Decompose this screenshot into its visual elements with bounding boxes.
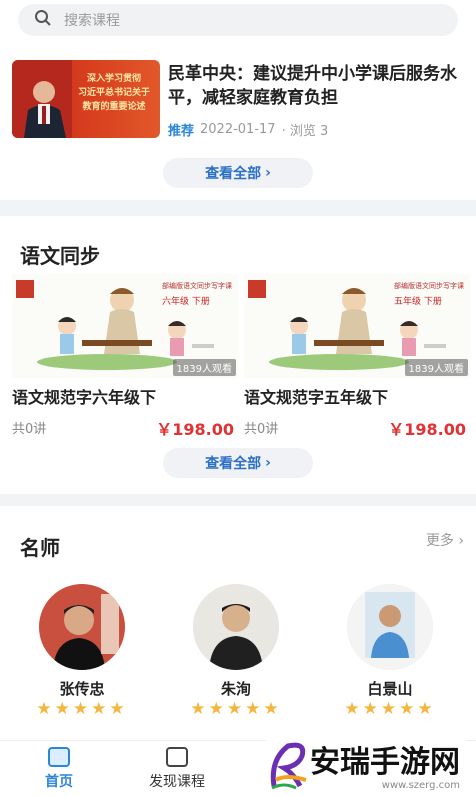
- discover-icon: [166, 747, 188, 767]
- tab-discover[interactable]: 发现课程: [132, 747, 222, 791]
- teacher-photo: [193, 584, 279, 670]
- chevron-right-icon: ›: [265, 455, 271, 471]
- watermark-url: www.szerg.com: [381, 780, 460, 791]
- course-card[interactable]: 部编版语文同步写字课 五年级 下册 1839人观看 语文规范字五年级下 共0讲 …: [244, 274, 470, 444]
- news-thumb-line: 深入学习贯彻: [86, 74, 141, 84]
- course-name: 语文规范字六年级下: [12, 388, 157, 407]
- course-price: ￥198.00: [388, 420, 466, 439]
- chevron-right-icon: ›: [458, 533, 464, 549]
- grade-label: 六年级 下册: [162, 295, 210, 307]
- news-thumbnail[interactable]: 深入学习贯彻 习近平总书记关于 教育的重要论述: [12, 60, 160, 138]
- lesson-count: 共0讲: [244, 422, 279, 437]
- rating-stars: ★★★★★: [36, 699, 128, 719]
- chevron-right-icon: ›: [265, 165, 271, 181]
- teacher-name: 张传忠: [59, 680, 105, 698]
- lesson-count: 共0讲: [12, 422, 47, 437]
- news-meta: 推荐 2022-01-17 · 浏览 3: [168, 120, 328, 139]
- view-count-badge: 1839人观看: [404, 359, 468, 376]
- svg-text:部编版语文同步写字课: 部编版语文同步写字课: [394, 281, 464, 290]
- more-teachers-link[interactable]: 更多 ›: [426, 530, 464, 550]
- teacher-card[interactable]: 朱洵 ★★★★★: [176, 584, 296, 719]
- teachers-section: 名师 更多 › 张传忠 ★★★★★ 朱洵 ★★★★★ 白景山 ★★★★★: [0, 506, 476, 740]
- rating-stars: ★★★★★: [190, 699, 282, 719]
- teacher-avatar: [193, 584, 279, 670]
- view-all-label: 查看全部: [205, 166, 262, 182]
- course-card[interactable]: 部编版语文同步写字课 六年级 下册 1839人观看 语文规范字六年级下 共0讲 …: [12, 274, 238, 444]
- section-title: 语文同步: [20, 244, 100, 268]
- course-price: ￥198.00: [156, 420, 234, 439]
- news-date: 2022-01-17: [200, 122, 276, 137]
- teacher-name: 白景山: [367, 680, 413, 698]
- course-name: 语文规范字五年级下: [244, 388, 389, 407]
- course-cover: 部编版语文同步写字课 六年级 下册 1839人观看: [12, 274, 238, 378]
- course-cover: 部编版语文同步写字课 五年级 下册 1839人观看: [244, 274, 470, 378]
- view-count-badge: 1839人观看: [172, 359, 236, 376]
- svg-text:部编版语文同步写字课: 部编版语文同步写字课: [162, 281, 232, 290]
- view-all-news-button[interactable]: 查看全部 ›: [163, 158, 313, 188]
- teacher-name: 朱洵: [220, 680, 251, 698]
- more-label: 更多: [425, 533, 454, 549]
- news-thumb-line: 习近平总书记关于: [77, 88, 150, 98]
- tab-home[interactable]: 首页: [14, 747, 104, 791]
- tab-label: 发现课程: [149, 774, 205, 790]
- watermark-text: 安瑞手游网: [310, 745, 460, 780]
- teacher-card[interactable]: 白景山 ★★★★★: [330, 584, 450, 719]
- teacher-card[interactable]: 张传忠 ★★★★★: [22, 584, 142, 719]
- chinese-sync-section: 语文同步 部编版语文同步写字课 六年级 下册 1839人观看 语文规范字六年级下…: [0, 216, 476, 494]
- rating-stars: ★★★★★: [344, 699, 436, 719]
- section-title: 名师: [20, 536, 60, 560]
- tab-label: 首页: [45, 774, 73, 790]
- watermark: 安瑞手游网 www.szerg.com: [266, 740, 466, 796]
- teacher-photo: [347, 584, 433, 670]
- watermark-logo: [266, 740, 310, 796]
- news-thumb-line: 教育的重要论述: [82, 102, 146, 112]
- search-icon: [34, 9, 52, 31]
- search-placeholder: 搜索课程: [64, 13, 120, 29]
- grade-label: 五年级 下册: [394, 295, 442, 307]
- view-all-label: 查看全部: [205, 456, 262, 472]
- teacher-avatar: [39, 584, 125, 670]
- recommend-tag: 推荐: [168, 124, 195, 139]
- teacher-photo: [39, 584, 125, 670]
- home-icon: [48, 747, 70, 767]
- news-title[interactable]: 民革中央：建议提升中小学课后服务水平，减轻家庭教育负担: [168, 62, 464, 110]
- view-all-courses-button[interactable]: 查看全部 ›: [163, 448, 313, 478]
- news-views: · 浏览 3: [281, 124, 329, 139]
- teacher-avatar: [347, 584, 433, 670]
- search-bar[interactable]: 搜索课程: [18, 4, 458, 36]
